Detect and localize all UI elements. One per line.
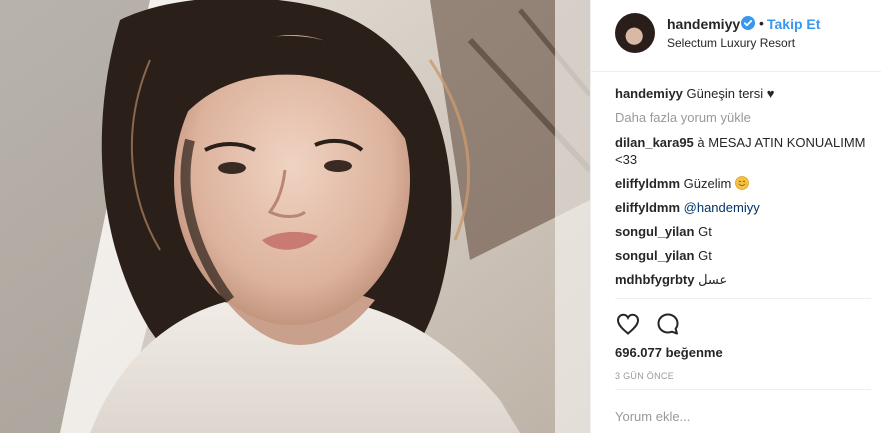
mention-link[interactable]: @handemiyy bbox=[684, 200, 760, 215]
comment-username[interactable]: songul_yilan bbox=[615, 224, 694, 239]
comment-item: dilan_kara95 à MESAJ ATIN KONUALIMM <33 bbox=[615, 134, 873, 168]
likes-count[interactable]: 696.077 beğenme bbox=[615, 345, 723, 360]
comment-text: Gt bbox=[698, 224, 712, 239]
follow-button[interactable]: Takip Et bbox=[767, 16, 820, 32]
add-comment-input[interactable] bbox=[615, 406, 865, 426]
comment-item: mdhbfygrbty عسل bbox=[615, 271, 873, 288]
comments-list: handemiyy Güneşin tersi ♥ Daha fazla yor… bbox=[615, 85, 873, 295]
verified-badge-icon bbox=[741, 16, 755, 30]
avatar[interactable] bbox=[615, 13, 655, 53]
comment-text: Gt bbox=[698, 248, 712, 263]
comment-username[interactable]: songul_yilan bbox=[615, 248, 694, 263]
divider bbox=[615, 298, 871, 299]
smiling-face-emoji bbox=[735, 176, 749, 190]
comment-text: Güzelim bbox=[683, 176, 732, 191]
comment-username[interactable]: eliffyldmm bbox=[615, 176, 680, 191]
location-link[interactable]: Selectum Luxury Resort bbox=[667, 36, 795, 50]
comment-item: eliffyldmm @handemiyy bbox=[615, 199, 873, 216]
speech-bubble-icon[interactable] bbox=[655, 311, 681, 337]
selfie-image bbox=[0, 0, 590, 433]
caption: handemiyy Güneşin tersi ♥ bbox=[615, 85, 873, 102]
header-separator: • bbox=[759, 15, 764, 31]
divider bbox=[615, 389, 871, 390]
load-more-comments-button[interactable]: Daha fazla yorum yükle bbox=[615, 109, 873, 126]
comment-text: عسل bbox=[698, 272, 728, 287]
comment-item: eliffyldmm Güzelim bbox=[615, 175, 873, 192]
comment-item: songul_yilan Gt bbox=[615, 247, 873, 264]
heart-icon[interactable] bbox=[615, 311, 641, 337]
comment-username[interactable]: eliffyldmm bbox=[615, 200, 680, 215]
post-sidebar: handemiyy • Takip Et Selectum Luxury Res… bbox=[590, 0, 881, 433]
header-username[interactable]: handemiyy bbox=[667, 16, 740, 32]
comment-username[interactable]: mdhbfygrbty bbox=[615, 272, 694, 287]
post-photo[interactable] bbox=[0, 0, 590, 433]
post-header: handemiyy • Takip Et Selectum Luxury Res… bbox=[591, 0, 881, 72]
caption-text: Güneşin tersi ♥ bbox=[686, 86, 775, 101]
post-timestamp[interactable]: 3 GÜN ÖNCE bbox=[615, 371, 674, 381]
comment-username[interactable]: dilan_kara95 bbox=[615, 135, 694, 150]
caption-username[interactable]: handemiyy bbox=[615, 86, 683, 101]
comment-item: songul_yilan Gt bbox=[615, 223, 873, 240]
instagram-post: handemiyy • Takip Et Selectum Luxury Res… bbox=[0, 0, 881, 433]
